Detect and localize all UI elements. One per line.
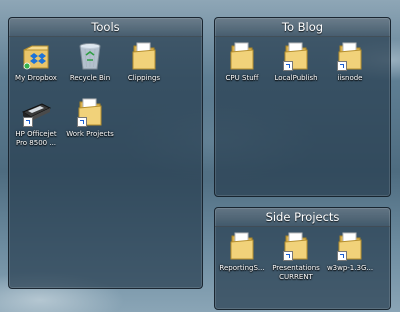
shortcut-arrow-icon [337,61,347,71]
folder-icon [132,42,156,70]
fence-side-projects[interactable]: Side Projects ReportingS... Presentation… [214,207,391,310]
shortcut-arrow-icon [77,117,87,127]
fence-tools[interactable]: Tools My Dropbox Recycle Bin Clippings H… [8,17,203,289]
icon-label: w3wp-1.3G... [326,264,374,272]
fence-to-blog[interactable]: To Blog CPU Stuff LocalPublish iisnode [214,17,391,197]
desktop-icon-clippings[interactable]: Clippings [119,40,169,83]
desktop-icon-my-dropbox[interactable]: My Dropbox [11,40,61,83]
icon-label: iisnode [337,74,363,82]
desktop-icon-hp-officejet[interactable]: HP Officejet Pro 8500 ... [11,96,61,147]
folder-icon [230,42,254,70]
fence-title[interactable]: Tools [9,18,202,37]
icon-label: Clippings [127,74,161,82]
icon-label: LocalPublish [274,74,318,82]
icon-label: My Dropbox [15,74,57,82]
desktop-icon-presentations-current[interactable]: Presentations CURRENT [271,230,321,281]
icon-label: Work Projects [66,130,114,138]
icon-label: CPU Stuff [225,74,259,82]
shortcut-arrow-icon [283,251,293,261]
desktop-icon-work-projects[interactable]: Work Projects [65,96,115,139]
icon-label: Recycle Bin [69,74,111,82]
folder-icon [230,232,254,260]
icon-label: HP Officejet Pro 8500 ... [15,130,57,147]
desktop-icon-recycle-bin[interactable]: Recycle Bin [65,40,115,83]
shortcut-arrow-icon [23,117,33,127]
icon-label: Presentations CURRENT [272,264,320,281]
shortcut-arrow-icon [337,251,347,261]
desktop-icon-iisnode[interactable]: iisnode [325,40,375,83]
icon-label: ReportingS... [219,264,265,272]
desktop-icon-localpublish[interactable]: LocalPublish [271,40,321,83]
recycle-bin-icon [79,43,101,70]
desktop-icon-reportings[interactable]: ReportingS... [217,230,267,273]
fence-title[interactable]: Side Projects [215,208,390,227]
fence-title[interactable]: To Blog [215,18,390,37]
shortcut-arrow-icon [283,61,293,71]
dropbox-icon [23,45,49,70]
desktop-icon-w3wp[interactable]: w3wp-1.3G... [325,230,375,273]
desktop-icon-cpu-stuff[interactable]: CPU Stuff [217,40,267,83]
